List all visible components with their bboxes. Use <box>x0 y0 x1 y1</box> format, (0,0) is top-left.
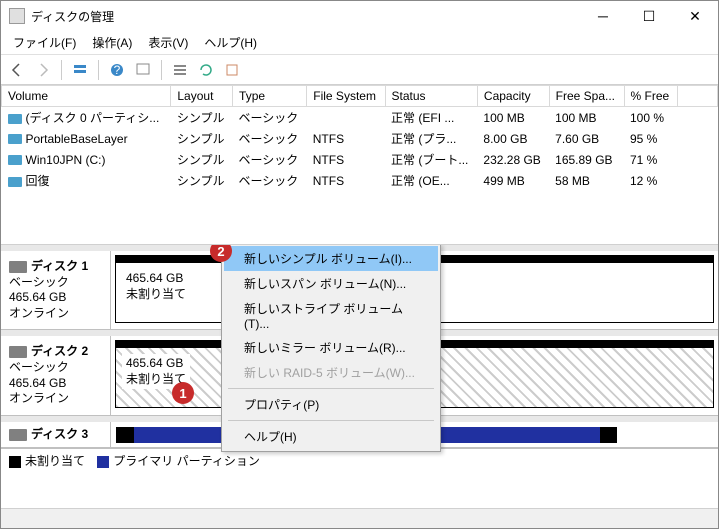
col-capacity[interactable]: Capacity <box>477 86 549 107</box>
disk-label: ディスク 1 ベーシック 465.64 GB オンライン <box>1 251 111 329</box>
legend-swatch-unalloc <box>9 456 21 468</box>
statusbar <box>1 508 718 528</box>
graphical-view: ディスク 1 ベーシック 465.64 GB オンライン 465.64 GB 未… <box>1 245 718 508</box>
col-status[interactable]: Status <box>385 86 477 107</box>
app-icon <box>9 8 25 24</box>
table-row[interactable]: 回復シンプルベーシックNTFS正常 (OE...499 MB58 MB12 % <box>2 170 718 191</box>
volume-list[interactable]: Volume Layout Type File System Status Ca… <box>1 85 718 245</box>
context-menu: 2 新しいシンプル ボリューム(I)... 新しいスパン ボリューム(N)...… <box>221 245 441 452</box>
col-layout[interactable]: Layout <box>171 86 233 107</box>
ctx-new-mirror-volume[interactable]: 新しいミラー ボリューム(R)... <box>224 335 438 360</box>
close-button[interactable]: ✕ <box>672 1 718 31</box>
table-row[interactable]: (ディスク 0 パーティシ...シンプルベーシック正常 (EFI ...100 … <box>2 107 718 129</box>
table-row[interactable]: PortableBaseLayerシンプルベーシックNTFS正常 (プラ...8… <box>2 128 718 149</box>
ctx-new-span-volume[interactable]: 新しいスパン ボリューム(N)... <box>224 271 438 296</box>
col-volume[interactable]: Volume <box>2 86 171 107</box>
ctx-new-stripe-volume[interactable]: 新しいストライプ ボリューム(T)... <box>224 296 438 335</box>
ctx-properties[interactable]: プロパティ(P) <box>224 392 438 417</box>
volume-icon <box>8 155 22 165</box>
col-free[interactable]: Free Spa... <box>549 86 624 107</box>
window-title: ディスクの管理 <box>31 8 580 25</box>
settings-button[interactable] <box>131 58 155 82</box>
menu-file[interactable]: ファイル(F) <box>5 32 84 53</box>
menu-action[interactable]: 操作(A) <box>84 32 140 53</box>
volume-icon <box>8 177 22 187</box>
disk-icon <box>9 429 27 441</box>
annotation-badge-1: 1 <box>172 382 194 404</box>
refresh-button[interactable] <box>194 58 218 82</box>
legend-swatch-primary <box>97 456 109 468</box>
disk-row[interactable]: ディスク 1 ベーシック 465.64 GB オンライン 465.64 GB 未… <box>1 251 718 330</box>
ctx-help[interactable]: ヘルプ(H) <box>224 424 438 449</box>
disk-icon <box>9 261 27 273</box>
disk-label: ディスク 2 ベーシック 465.64 GB オンライン <box>1 336 111 414</box>
forward-button[interactable] <box>31 58 55 82</box>
volume-icon <box>8 114 22 124</box>
disk-label: ディスク 3 <box>1 422 111 447</box>
ctx-new-raid5-volume: 新しい RAID-5 ボリューム(W)... <box>224 360 438 385</box>
col-pct[interactable]: % Free <box>624 86 678 107</box>
toolbar: ? <box>1 55 718 85</box>
col-type[interactable]: Type <box>233 86 307 107</box>
menubar: ファイル(F) 操作(A) 表示(V) ヘルプ(H) <box>1 31 718 55</box>
svg-text:?: ? <box>114 63 121 77</box>
view-button[interactable] <box>68 58 92 82</box>
menu-help[interactable]: ヘルプ(H) <box>196 32 265 53</box>
list-button[interactable] <box>168 58 192 82</box>
menu-view[interactable]: 表示(V) <box>140 32 196 53</box>
col-fs[interactable]: File System <box>307 86 385 107</box>
action-button[interactable] <box>220 58 244 82</box>
help-button[interactable]: ? <box>105 58 129 82</box>
minimize-button[interactable]: ─ <box>580 1 626 31</box>
titlebar: ディスクの管理 ─ ☐ ✕ <box>1 1 718 31</box>
back-button[interactable] <box>5 58 29 82</box>
disk-icon <box>9 346 27 358</box>
maximize-button[interactable]: ☐ <box>626 1 672 31</box>
table-row[interactable]: Win10JPN (C:)シンプルベーシックNTFS正常 (ブート...232.… <box>2 149 718 170</box>
ctx-new-simple-volume[interactable]: 新しいシンプル ボリューム(I)... <box>224 246 438 271</box>
volume-icon <box>8 134 22 144</box>
